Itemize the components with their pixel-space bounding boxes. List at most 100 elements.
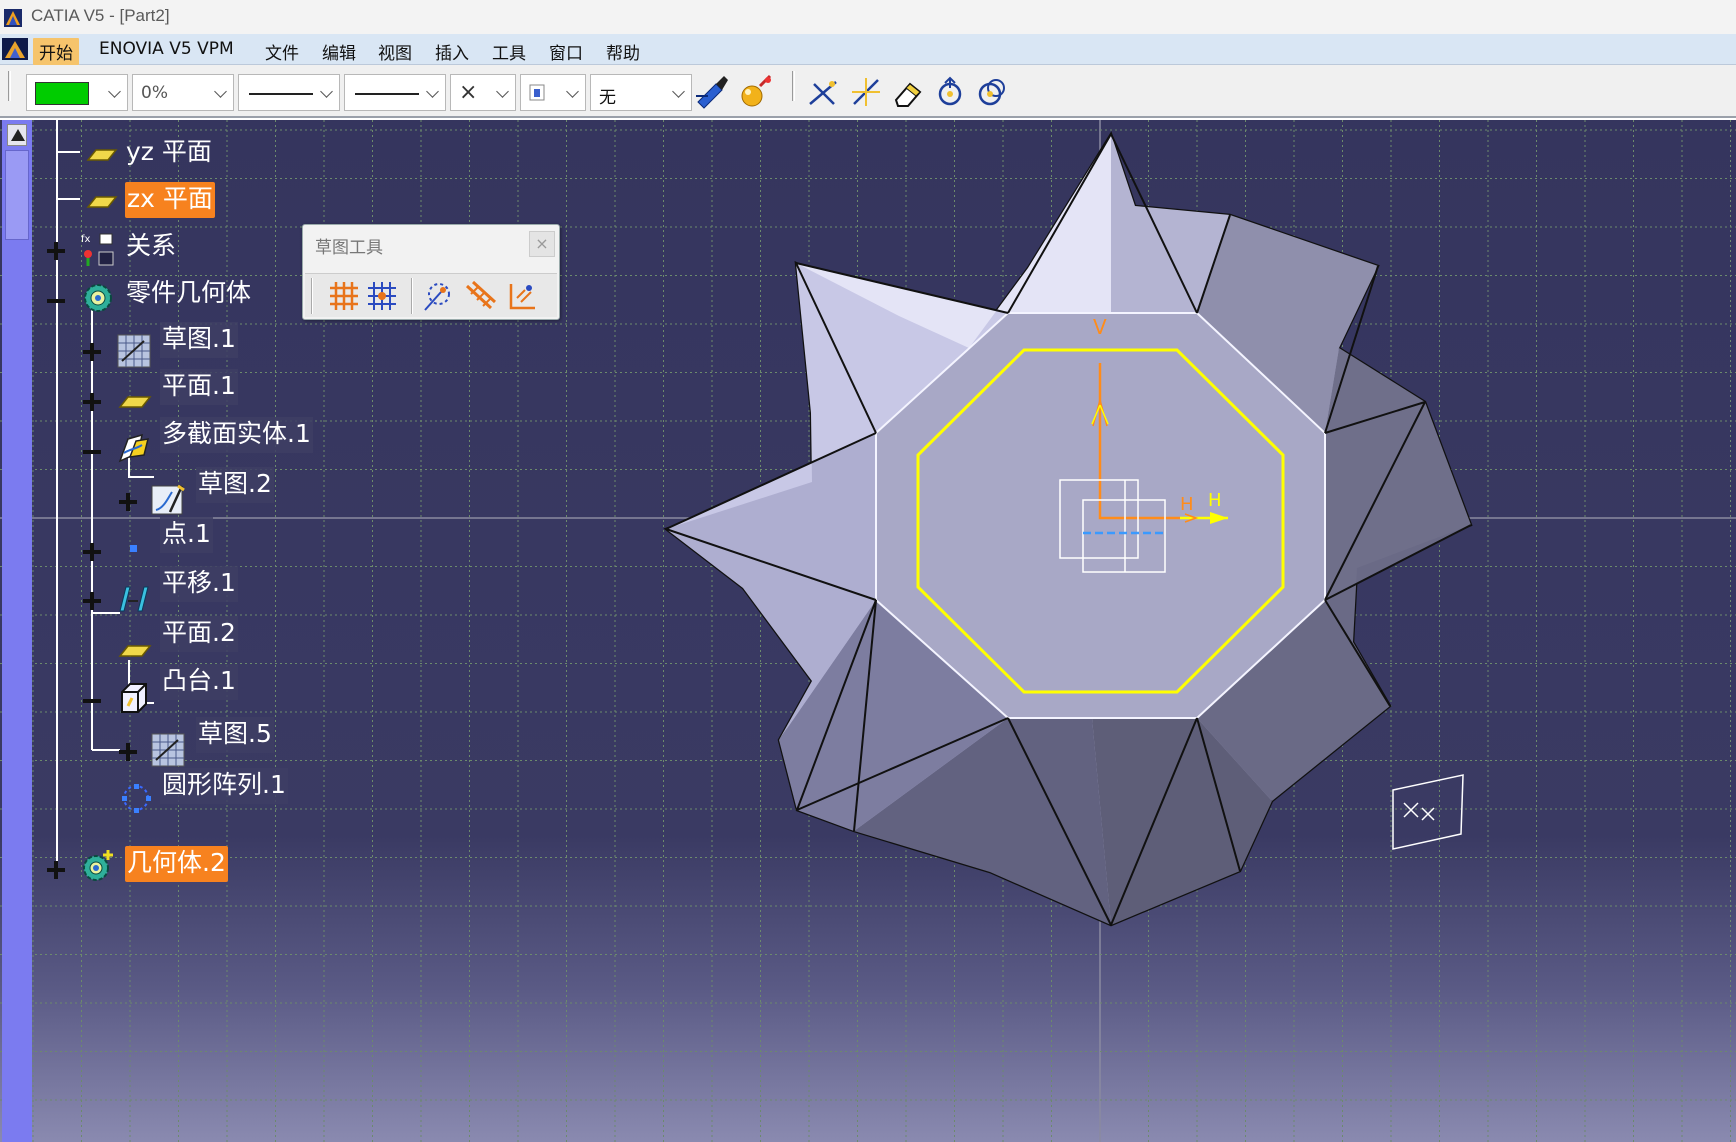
sketch-icon [151, 733, 185, 767]
menu-enovia[interactable]: ENOVIA V5 VPM [93, 38, 240, 60]
line-weight-combo[interactable] [344, 74, 446, 111]
collapse-minus-icon[interactable] [83, 443, 101, 461]
chevron-down-icon [320, 85, 333, 98]
sketch-edit-icon [151, 484, 185, 515]
plane-icon [118, 645, 152, 657]
menu-edit[interactable]: 编辑 [316, 38, 362, 65]
color-swatch [35, 82, 89, 105]
dimensional-constraints-icon[interactable] [505, 278, 539, 314]
chevron-down-icon [566, 85, 579, 98]
geometrical-constraints-icon[interactable] [463, 278, 497, 314]
collapse-minus-icon[interactable] [47, 292, 65, 310]
3d-viewport[interactable]: V H H yz 平面 zx 平面 fx 关系 零件几何体 草图.1 平面.1 … [0, 120, 1736, 1142]
tree-item-circular-pattern-1[interactable]: 圆形阵列.1 [160, 768, 288, 804]
rotate-copy-icon[interactable] [974, 74, 1010, 110]
plane-marker [1392, 774, 1464, 850]
line-type-combo[interactable] [238, 74, 340, 111]
line-weight-sample [355, 93, 419, 95]
menu-window[interactable]: 窗口 [543, 38, 589, 65]
cut-icon[interactable] [806, 74, 842, 110]
render-style-icon [529, 84, 545, 101]
collapse-minus-icon[interactable] [83, 692, 101, 710]
expand-plus-icon[interactable] [83, 343, 101, 361]
palette-toolbar [305, 273, 557, 317]
tree-item-zx-plane[interactable]: zx 平面 [125, 182, 215, 218]
chevron-down-icon [426, 85, 439, 98]
transparency-value: 0% [141, 83, 168, 103]
expand-plus-icon[interactable] [83, 543, 101, 561]
tree-item-multisection-solid-1[interactable]: 多截面实体.1 [160, 417, 313, 453]
close-icon[interactable]: × [529, 231, 555, 257]
tree-item-pad-1[interactable]: 凸台.1 [160, 664, 238, 700]
catia-logo-icon [4, 9, 22, 27]
transparency-combo[interactable]: 0% [132, 74, 234, 111]
tree-item-part-body[interactable]: 零件几何体 [124, 276, 253, 312]
document-icon[interactable] [2, 38, 28, 60]
translate-icon [119, 586, 149, 612]
tree-item-sketch-5[interactable]: 草图.5 [196, 717, 274, 753]
window-title: CATIA V5 - [Part2] [31, 6, 170, 25]
toolbar-grip [311, 278, 313, 314]
expand-plus-icon[interactable] [47, 861, 65, 879]
tree-item-body-2[interactable]: 几何体.2 [125, 846, 228, 882]
sketch-tools-palette[interactable]: 草图工具 × [302, 224, 560, 320]
layer-combo[interactable]: 无 [590, 74, 692, 111]
toolbar-grip[interactable] [8, 71, 11, 101]
menu-insert[interactable]: 插入 [429, 38, 475, 65]
color-combo[interactable] [26, 74, 128, 111]
render-style-combo[interactable] [520, 74, 586, 111]
chevron-down-icon [496, 85, 509, 98]
tree-item-yz-plane[interactable]: yz 平面 [124, 135, 214, 171]
multisection-icon [118, 433, 150, 463]
menu-view[interactable]: 视图 [372, 38, 418, 65]
apply-material-icon[interactable] [738, 74, 774, 110]
axis-h-label-2: H [1208, 490, 1222, 511]
expand-plus-icon[interactable] [119, 743, 137, 761]
expand-plus-icon[interactable] [119, 493, 137, 511]
expand-plus-icon[interactable] [83, 393, 101, 411]
plane-icon [86, 149, 118, 161]
painter-icon[interactable] [694, 74, 730, 110]
title-bar: CATIA V5 - [Part2] [0, 0, 1736, 34]
chevron-down-icon [214, 85, 227, 98]
expand-plus-icon[interactable] [47, 242, 65, 260]
menu-help[interactable]: 帮助 [600, 38, 646, 65]
chevron-down-icon [672, 85, 685, 98]
construction-element-icon[interactable] [421, 278, 455, 314]
sketch-icon [117, 334, 151, 368]
pad-icon [121, 683, 147, 713]
svg-text:fx: fx [81, 234, 91, 245]
tree-item-sketch-1[interactable]: 草图.1 [160, 322, 238, 358]
palette-title: 草图工具 [315, 238, 383, 258]
point-symbol-combo[interactable]: × [450, 74, 516, 111]
snap-to-point-icon[interactable] [365, 278, 399, 314]
tree-item-point-1[interactable]: 点.1 [160, 517, 213, 553]
expand-plus-icon[interactable] [83, 592, 101, 610]
plane-icon [118, 396, 152, 408]
plane-icon [86, 196, 118, 208]
relations-icon: fx [81, 233, 114, 266]
grid-icon[interactable] [327, 278, 361, 314]
toolbar-separator [411, 278, 413, 314]
body-gear-icon [84, 284, 112, 312]
fastener-icon[interactable] [848, 74, 884, 110]
tree-item-plane-2[interactable]: 平面.2 [160, 616, 238, 652]
menu-tools[interactable]: 工具 [486, 38, 532, 65]
menu-start[interactable]: 开始 [33, 38, 79, 65]
graphic-properties-toolbar: 0% × 无 [0, 65, 1736, 118]
chevron-down-icon [108, 85, 121, 98]
tree-item-translate-1[interactable]: 平移.1 [160, 566, 238, 602]
axis-v-label: V [1093, 315, 1107, 339]
layer-value: 无 [599, 88, 616, 108]
point-symbol-value: × [459, 80, 478, 105]
menu-bar: 开始 ENOVIA V5 VPM 文件 编辑 视图 插入 工具 窗口 帮助 [0, 34, 1736, 65]
point-icon [130, 545, 137, 552]
eraser-icon[interactable] [890, 74, 926, 110]
rotate-icon[interactable] [932, 74, 968, 110]
menu-file[interactable]: 文件 [259, 38, 305, 65]
tree-item-plane-1[interactable]: 平面.1 [160, 369, 238, 405]
tree-item-sketch-2[interactable]: 草图.2 [196, 467, 274, 503]
tree-item-relations[interactable]: 关系 [124, 229, 178, 265]
toolbar-grip[interactable] [792, 71, 795, 101]
line-type-sample [249, 93, 313, 95]
